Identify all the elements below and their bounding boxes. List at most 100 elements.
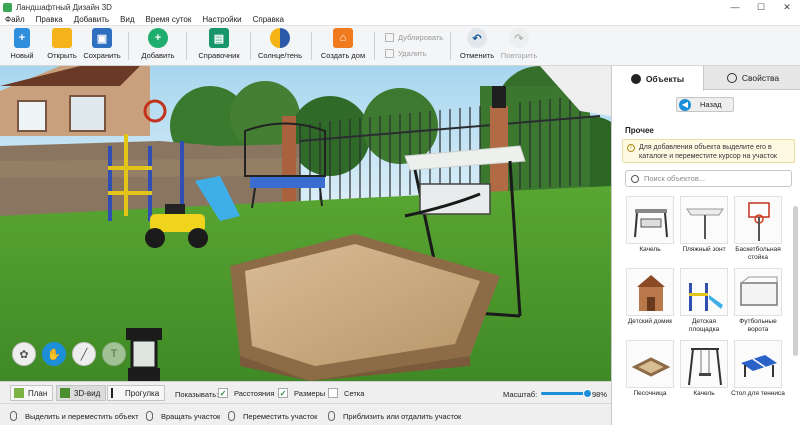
catalog-scrollbar[interactable] xyxy=(793,206,798,356)
sun-shadow-icon xyxy=(270,28,290,48)
checkmark-icon: ✓ xyxy=(278,388,288,398)
tab-properties[interactable]: Свойства xyxy=(705,66,800,90)
folder-icon xyxy=(52,28,72,48)
new-button[interactable]: + Новый xyxy=(0,28,44,60)
plus-icon: + xyxy=(148,28,168,48)
menu-time-of-day[interactable]: Время суток xyxy=(141,15,198,24)
open-button[interactable]: Открыть xyxy=(40,28,84,60)
zoom-slider-handle[interactable] xyxy=(583,389,593,398)
walk-mode-button[interactable]: Прогулка xyxy=(107,385,166,401)
catalog-item[interactable]: Детский домик xyxy=(623,268,677,336)
beach-umbrella-icon xyxy=(680,196,728,244)
arrow-left-icon: ◀ xyxy=(679,98,691,111)
catalog-item[interactable]: Качель xyxy=(677,340,731,408)
house-icon: ⌂ xyxy=(333,28,353,48)
catalog-item[interactable]: Песочница xyxy=(623,340,677,408)
swing-bench-icon xyxy=(626,196,674,244)
redo-arrow-icon: ↷ xyxy=(509,28,529,48)
sizes-checkbox[interactable]: ✓ Размеры xyxy=(278,388,325,398)
3d-view-icon xyxy=(60,388,70,398)
new-file-icon: + xyxy=(14,28,30,48)
grid-checkbox[interactable]: Сетка xyxy=(328,388,364,398)
undo-arrow-icon: ↶ xyxy=(467,28,487,48)
flower-icon[interactable]: ✿ xyxy=(12,342,36,366)
menu-edit[interactable]: Правка xyxy=(31,15,69,24)
toolbar-separator xyxy=(374,32,375,60)
title-bar: Ландшафтный Дизайн 3D — ☐ ✕ xyxy=(0,0,800,14)
gear-icon xyxy=(726,73,737,83)
walking-person-icon xyxy=(111,388,121,398)
status-bar: Выделить и переместить объект Вращать уч… xyxy=(0,403,611,425)
search-icon xyxy=(631,174,639,183)
object-catalog: Качель Пляжный зонт Баскетбольная стойка… xyxy=(620,194,790,416)
soccer-goal-icon xyxy=(734,268,782,316)
maximize-button[interactable]: ☐ xyxy=(748,0,774,14)
3d-view-button[interactable]: 3D-вид xyxy=(56,385,107,401)
window-controls: — ☐ ✕ xyxy=(722,0,800,14)
add-button[interactable]: + Добавить xyxy=(136,28,180,60)
duplicate-icon xyxy=(385,33,394,42)
menu-bar: Файл Правка Добавить Вид Время суток Нас… xyxy=(0,14,800,26)
toolbar-separator xyxy=(128,32,129,60)
save-button[interactable]: ▣ Сохранить xyxy=(80,28,124,60)
close-button[interactable]: ✕ xyxy=(774,0,800,14)
hint-zoom: Приблизить или отдалить участок xyxy=(328,411,461,421)
duplicate-button[interactable]: Дублировать xyxy=(385,33,443,42)
search-input[interactable]: Поиск объектов... xyxy=(644,174,705,183)
menu-view[interactable]: Вид xyxy=(115,15,140,24)
zoom-slider-fill xyxy=(541,392,589,395)
toolbar-separator xyxy=(250,32,251,60)
section-title: Прочее xyxy=(625,126,654,135)
create-house-button[interactable]: ⌂ Создать дом xyxy=(318,28,368,60)
delete-button[interactable]: Удалить xyxy=(385,49,427,58)
object-panel: Объекты Свойства ◀ Назад Прочее ! Для до… xyxy=(611,66,800,425)
plan-view-button[interactable]: План xyxy=(10,385,54,401)
plan-icon xyxy=(14,388,24,398)
zoom-slider[interactable] xyxy=(541,389,593,398)
minimize-button[interactable]: — xyxy=(722,0,748,14)
catalog-item[interactable]: Футбольные ворота xyxy=(731,268,785,336)
catalog-item[interactable]: Стол для тенниса xyxy=(731,340,785,408)
search-field[interactable]: Поиск объектов... xyxy=(625,170,792,187)
text-tool-icon[interactable]: T xyxy=(102,342,126,366)
catalog-item[interactable]: Пляжный зонт xyxy=(677,196,731,264)
toolbar-separator xyxy=(450,32,451,60)
hint-rotate: Вращать участок xyxy=(146,411,220,421)
3d-viewport[interactable]: ✿ ✋ ╱ T xyxy=(0,66,611,381)
redo-button[interactable]: ↷ Повторить xyxy=(497,28,541,60)
mouse-wheel-icon xyxy=(328,411,335,421)
mouse-middle-icon xyxy=(228,411,235,421)
menu-file[interactable]: Файл xyxy=(0,15,31,24)
measure-ruler-icon[interactable]: ╱ xyxy=(72,342,96,366)
catalog-item[interactable]: Качель xyxy=(623,196,677,264)
back-button[interactable]: ◀ Назад xyxy=(676,97,734,112)
menu-settings[interactable]: Настройки xyxy=(197,15,247,24)
trash-icon xyxy=(385,49,394,58)
hint-select-move: Выделить и переместить объект xyxy=(10,411,139,421)
catalog-item[interactable]: Баскетбольная стойка xyxy=(731,196,785,264)
objects-tab-icon xyxy=(630,73,641,84)
guide-button[interactable]: ▤ Справочник xyxy=(194,28,244,60)
tab-objects[interactable]: Объекты xyxy=(612,66,704,91)
catalog-item[interactable]: Детская площадка xyxy=(677,268,731,336)
basketball-hoop-icon xyxy=(734,196,782,244)
save-disk-icon: ▣ xyxy=(92,28,112,48)
sandbox-icon xyxy=(626,340,674,388)
viewport-tools: ✿ ✋ ╱ T xyxy=(12,342,132,366)
app-logo-icon xyxy=(3,2,12,12)
sun-shadow-button[interactable]: Солнце/тень xyxy=(257,28,303,60)
swing-icon xyxy=(680,340,728,388)
toolbar-separator xyxy=(186,32,187,60)
menu-add[interactable]: Добавить xyxy=(69,15,115,24)
distances-checkbox[interactable]: ✓ Расстояния xyxy=(218,388,274,398)
undo-button[interactable]: ↶ Отменить xyxy=(455,28,499,60)
mouse-left-icon xyxy=(10,411,17,421)
garden-scene[interactable] xyxy=(0,66,611,381)
playhouse-icon xyxy=(626,268,674,316)
menu-help[interactable]: Справка xyxy=(248,15,290,24)
tennis-table-icon xyxy=(734,340,782,388)
hand-pan-icon[interactable]: ✋ xyxy=(42,342,66,366)
checkmark-icon: ✓ xyxy=(218,388,228,398)
zoom-value: 98% xyxy=(592,390,608,399)
empty-checkbox-icon xyxy=(328,388,338,398)
